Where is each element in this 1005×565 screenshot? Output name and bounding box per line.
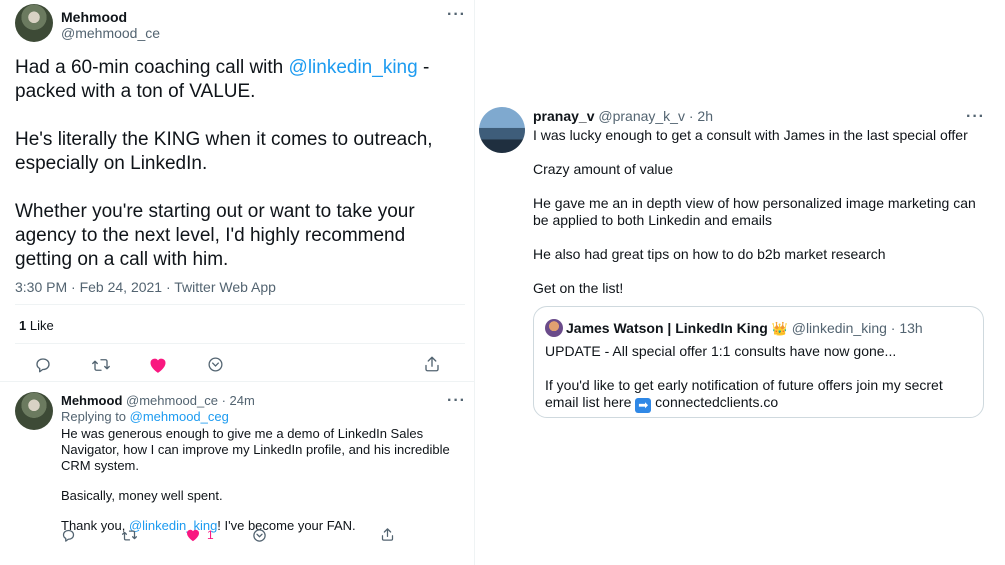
tweet-paragraph: Whether you're starting out or want to t… (15, 201, 415, 270)
retweet-icon[interactable] (121, 528, 138, 543)
reply-icon[interactable] (34, 356, 52, 374)
right-author-meta[interactable]: @pranay_k_v · 2h (598, 108, 713, 124)
replying-to: Replying to @mehmood_ceg (61, 409, 229, 424)
quoted-author-avatar (545, 319, 563, 337)
tweet-paragraph: He also had great tips on how to do b2b … (533, 246, 886, 262)
save-icon[interactable] (207, 356, 224, 373)
likes-label: Like (26, 318, 54, 333)
reply-paragraph: He was generous enough to give me a demo… (61, 426, 450, 473)
author-handle[interactable]: @mehmood_ce (61, 25, 160, 41)
heart-icon[interactable]: 1 (185, 527, 214, 542)
tweet-paragraph: He gave me an in depth view of how perso… (533, 195, 976, 228)
quote-tweet-panel: pranay_v @pranay_k_v · 2h ··· I was luck… (475, 0, 1005, 565)
reply-author-avatar[interactable] (15, 392, 53, 430)
tweet-paragraph: Had a 60-min coaching call with @linkedi… (15, 56, 465, 104)
share-icon[interactable] (380, 527, 395, 542)
reply-author-handle[interactable]: @mehmood_ce · 24m (126, 393, 255, 408)
divider (15, 343, 465, 344)
divider (0, 381, 475, 382)
right-author-avatar[interactable] (479, 107, 525, 153)
quoted-header: James Watson | LinkedIn King 👑 @linkedin… (566, 320, 923, 337)
divider (15, 304, 465, 305)
tweet-paragraph: Crazy amount of value (533, 161, 674, 177)
quoted-author-name: James Watson | LinkedIn King (566, 320, 768, 336)
tweet-text: Had a 60-min coaching call with @linkedi… (15, 56, 465, 272)
quoted-text: UPDATE - All special offer 1:1 consults … (545, 343, 977, 413)
right-header: pranay_v @pranay_k_v · 2h (533, 108, 713, 124)
save-icon[interactable] (252, 528, 267, 543)
reply-icon[interactable] (61, 528, 76, 543)
quoted-author-meta: @linkedin_king · 13h (791, 320, 923, 336)
reply-author-name[interactable]: Mehmood (61, 393, 122, 408)
likes-count[interactable]: 1 Like (19, 318, 54, 333)
quoted-link[interactable]: connectedclients.co (655, 394, 778, 410)
replying-to-handle[interactable]: @mehmood_ceg (130, 409, 229, 424)
share-icon[interactable] (423, 355, 441, 373)
reply-header: Mehmood @mehmood_ce · 24m (61, 393, 255, 408)
main-tweet-panel: Mehmood @mehmood_ce ··· Had a 60-min coa… (0, 0, 475, 565)
right-tweet-text: I was lucky enough to get a consult with… (533, 127, 993, 314)
quoted-paragraph: If you'd like to get early notification … (545, 377, 977, 413)
like-count: 1 (207, 527, 214, 542)
reply-paragraph: Basically, money well spent. (61, 488, 223, 503)
tweet-paragraph: Get on the list! (533, 280, 624, 296)
heart-icon[interactable] (148, 355, 168, 374)
mention-link[interactable]: @linkedin_king (289, 57, 418, 78)
tweet-paragraph: He's literally the KING when it comes to… (15, 129, 433, 174)
quoted-tweet-card[interactable]: James Watson | LinkedIn King 👑 @linkedin… (533, 306, 984, 418)
tweet-timestamp[interactable]: 3:30 PM · Feb 24, 2021 · Twitter Web App (15, 279, 276, 295)
more-dots-icon[interactable]: ··· (447, 7, 466, 23)
more-dots-icon[interactable]: ··· (966, 109, 985, 125)
arrow-right-icon: ➡ (635, 398, 652, 413)
retweet-icon[interactable] (91, 356, 111, 374)
crown-icon: 👑 (771, 321, 788, 336)
tweet-paragraph: I was lucky enough to get a consult with… (533, 127, 968, 143)
author-avatar[interactable] (15, 4, 53, 42)
more-dots-icon[interactable]: ··· (447, 393, 466, 409)
author-name[interactable]: Mehmood (61, 9, 127, 25)
text-span: Had a 60-min coaching call with (15, 57, 289, 78)
replying-to-prefix: Replying to (61, 409, 130, 424)
quoted-paragraph: UPDATE - All special offer 1:1 consults … (545, 343, 897, 359)
text-span: ! I've become your FAN. (217, 518, 356, 533)
right-author-name[interactable]: pranay_v (533, 108, 594, 124)
